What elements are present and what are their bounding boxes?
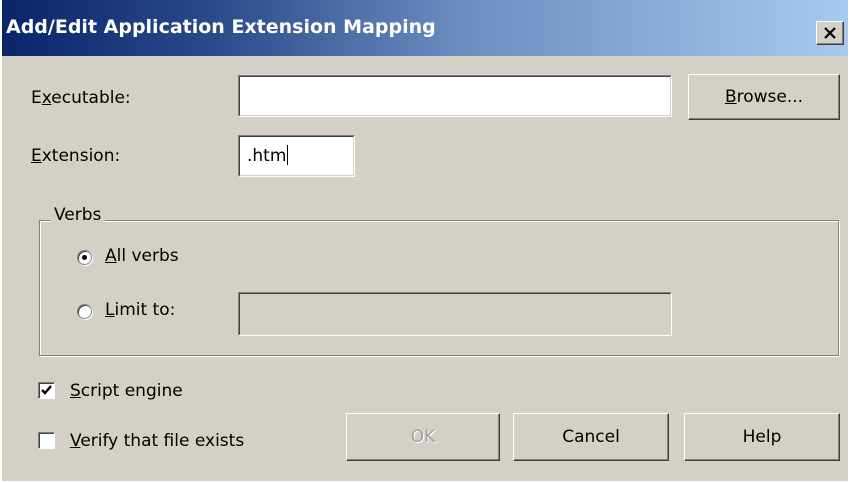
script-engine-checkbox[interactable] <box>38 382 55 399</box>
help-button[interactable]: Help <box>684 413 840 461</box>
limit-to-radio[interactable] <box>77 304 92 319</box>
text-caret <box>287 145 289 165</box>
extension-input[interactable]: .htm <box>238 135 355 177</box>
dialog-window: Add/Edit Application Extension Mapping E… <box>2 0 848 481</box>
dialog-title: Add/Edit Application Extension Mapping <box>6 16 436 38</box>
executable-label: Executable: <box>31 88 131 108</box>
verbs-group-title: Verbs <box>50 205 106 225</box>
checkmark-icon <box>41 385 52 395</box>
close-button[interactable] <box>816 21 844 45</box>
all-verbs-radio[interactable] <box>77 250 92 265</box>
radio-selected-dot <box>82 255 87 260</box>
limit-to-input[interactable] <box>238 292 672 336</box>
limit-to-label[interactable]: Limit to: <box>105 300 175 320</box>
all-verbs-label[interactable]: All verbs <box>105 246 179 266</box>
title-bar[interactable]: Add/Edit Application Extension Mapping <box>2 0 848 56</box>
ok-button[interactable]: OK <box>346 413 500 461</box>
verify-file-checkbox[interactable] <box>38 432 55 449</box>
executable-input[interactable] <box>238 75 672 117</box>
browse-button[interactable]: Browse... <box>688 74 840 120</box>
cancel-button[interactable]: Cancel <box>513 413 669 461</box>
extension-value: .htm <box>247 146 287 166</box>
close-icon <box>824 27 836 39</box>
extension-label: Extension: <box>31 146 121 166</box>
verify-file-label[interactable]: Verify that file exists <box>70 431 244 451</box>
script-engine-label[interactable]: Script engine <box>70 381 183 401</box>
